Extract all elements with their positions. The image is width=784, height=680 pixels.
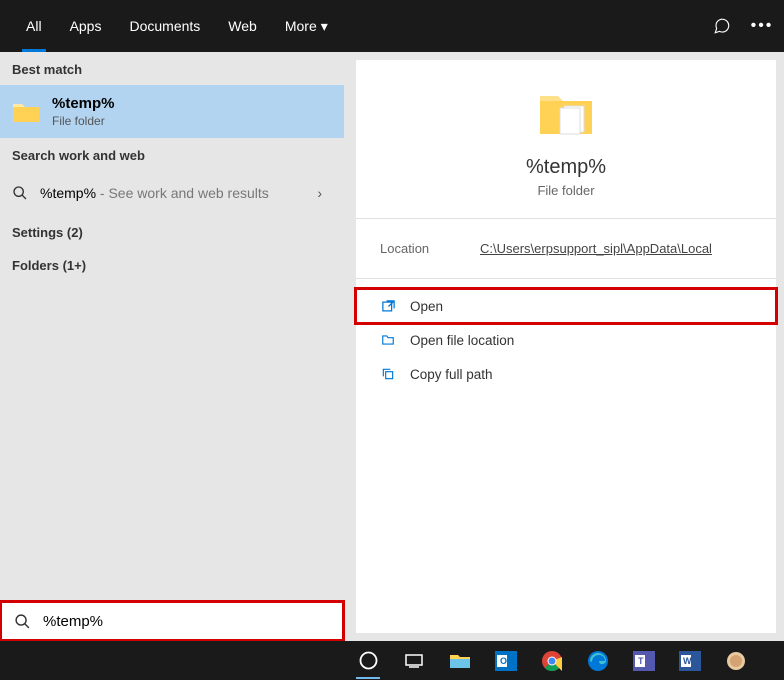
location-path[interactable]: C:\Users\erpsupport_sipl\AppData\Local [480,241,712,256]
chevron-right-icon: › [317,185,332,201]
folder-icon [538,90,594,138]
action-copy-path[interactable]: Copy full path [356,357,776,391]
section-folders[interactable]: Folders (1+) [0,248,344,281]
results-panel: Best match %temp% File folder Search wor… [0,52,344,641]
web-hint: - See work and web results [96,185,269,201]
search-icon [14,613,31,630]
folder-icon [12,100,40,124]
chevron-down-icon: ▾ [321,18,328,35]
svg-text:O: O [500,656,507,666]
svg-text:T: T [638,656,644,666]
action-open[interactable]: Open [356,289,776,323]
section-settings[interactable]: Settings (2) [0,215,344,248]
web-term: %temp% [40,185,96,201]
preview-title: %temp% [356,156,776,179]
taskbar: O T W [0,641,784,680]
preview-subtitle: File folder [356,183,776,198]
cortana-icon[interactable] [350,643,386,679]
section-best-match: Best match [0,52,344,85]
word-icon[interactable]: W [672,643,708,679]
edge-icon[interactable] [580,643,616,679]
result-subtitle: File folder [52,114,115,128]
svg-text:W: W [683,656,692,666]
search-input[interactable] [43,613,330,630]
file-explorer-icon[interactable] [442,643,478,679]
folder-location-icon [380,332,396,348]
best-match-result[interactable]: %temp% File folder [0,85,344,138]
preview-panel: %temp% File folder Location C:\Users\erp… [356,60,776,633]
chrome-icon[interactable] [534,643,570,679]
tab-all[interactable]: All [12,0,56,52]
web-result[interactable]: %temp% - See work and web results › [0,171,344,215]
feedback-icon[interactable] [712,16,732,36]
app-icon[interactable] [718,643,754,679]
search-icon [12,185,28,201]
result-title: %temp% [52,95,115,112]
location-label: Location [380,241,480,256]
more-options-icon[interactable]: ••• [752,16,772,36]
copy-icon [380,366,396,382]
tab-web[interactable]: Web [214,0,271,52]
search-filter-tabs: All Apps Documents Web More▾ ••• [0,0,784,52]
task-view-icon[interactable] [396,643,432,679]
section-search-web: Search work and web [0,138,344,171]
location-row: Location C:\Users\erpsupport_sipl\AppDat… [356,219,776,279]
search-box[interactable] [0,601,344,641]
outlook-icon[interactable]: O [488,643,524,679]
tab-more[interactable]: More▾ [271,0,342,52]
open-icon [380,298,396,314]
tab-documents[interactable]: Documents [115,0,214,52]
action-open-location[interactable]: Open file location [356,323,776,357]
teams-icon[interactable]: T [626,643,662,679]
tab-apps[interactable]: Apps [56,0,116,52]
